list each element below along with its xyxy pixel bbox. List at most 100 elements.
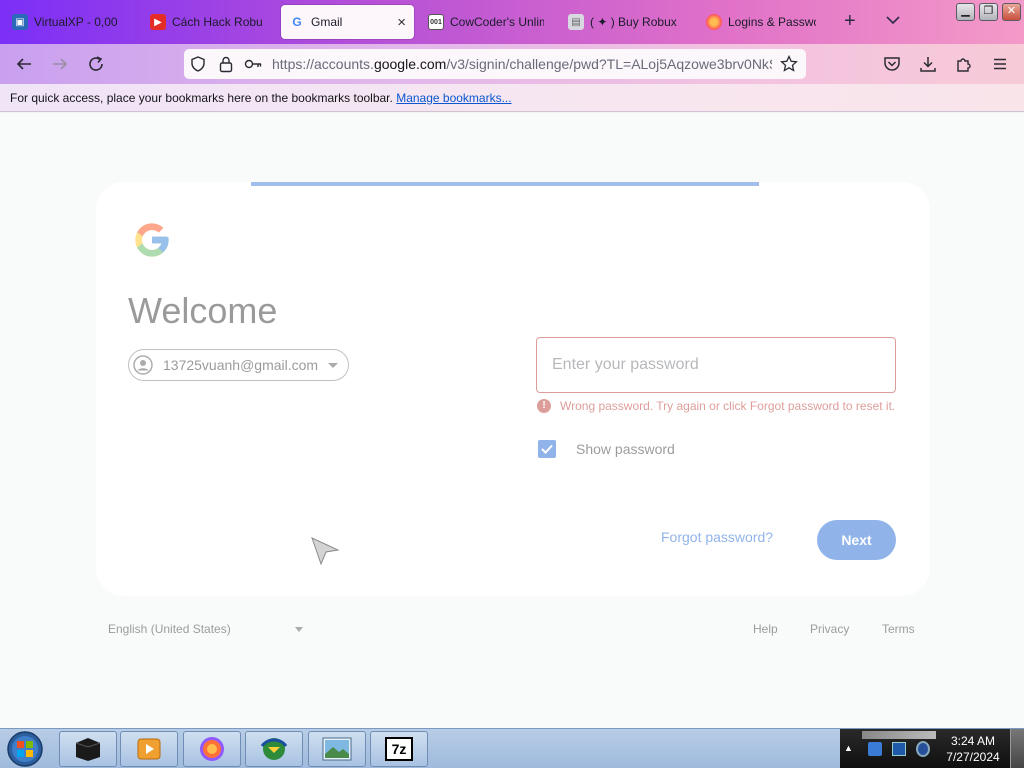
error-text: Wrong password. Try again or click Forgo… xyxy=(560,399,896,413)
tab-label: Gmail xyxy=(311,15,343,29)
google-icon: G xyxy=(292,15,302,29)
progress-bar xyxy=(251,182,759,186)
tab-strip: ▣ VirtualXP - 0,00 M ▶ Cách Hack Robux G… xyxy=(0,0,1024,44)
downloads-button[interactable] xyxy=(916,52,940,76)
language-selector[interactable]: English (United States) xyxy=(108,622,303,636)
tab-logins-passwords[interactable]: Logins & Passwo xyxy=(698,5,824,39)
shield-icon[interactable] xyxy=(190,56,206,72)
forward-button[interactable] xyxy=(48,52,72,76)
url-suffix: /v3/signin/challenge/pwd?TL=ALoj5Aqzowe3… xyxy=(446,56,772,72)
tab-buy-robux[interactable]: ▤ ( ✦ ) Buy Robux xyxy=(560,5,694,39)
download-icon xyxy=(920,57,936,72)
clock-time: 3:24 AM xyxy=(950,734,996,748)
account-circle-icon xyxy=(133,355,153,375)
7zip-icon: 7z xyxy=(385,737,413,761)
tab-cowcoder[interactable]: 001 CowCoder's Unlim xyxy=(420,5,552,39)
signin-card: Welcome 13725vuanh@gmail.com ! Wrong pas… xyxy=(96,182,930,596)
tab-label: Logins & Passwo xyxy=(728,15,816,29)
url-text: https://accounts.google.com/v3/signin/ch… xyxy=(272,56,772,72)
close-window-button[interactable]: ✕ xyxy=(1002,3,1021,21)
tab-label: VirtualXP - 0,00 M xyxy=(34,15,122,29)
arrow-right-icon xyxy=(53,58,68,70)
network-icon[interactable] xyxy=(868,742,882,756)
lock-icon[interactable] xyxy=(218,55,234,73)
taskbar-download-manager[interactable] xyxy=(245,731,303,767)
minimize-button[interactable]: ▁ xyxy=(956,3,975,21)
privacy-link[interactable]: Privacy xyxy=(810,622,849,636)
extensions-button[interactable] xyxy=(952,52,976,76)
taskbar-media-player[interactable] xyxy=(120,731,178,767)
url-domain: google.com xyxy=(373,56,447,72)
taskbar-firefox[interactable] xyxy=(183,731,241,767)
error-message: ! Wrong password. Try again or click For… xyxy=(537,399,897,414)
address-bar[interactable]: https://accounts.google.com/v3/signin/ch… xyxy=(184,49,806,79)
download-manager-icon xyxy=(260,738,288,760)
caret-down-icon xyxy=(294,626,303,632)
manage-bookmarks-link[interactable]: Manage bookmarks... xyxy=(396,91,511,105)
taskbar-image-viewer[interactable] xyxy=(308,731,366,767)
next-button[interactable]: Next xyxy=(817,520,896,560)
google-logo-icon xyxy=(135,223,169,257)
reload-button[interactable] xyxy=(84,52,108,76)
chevron-down-icon[interactable] xyxy=(884,11,902,29)
taskbar: 7z ▲ 3:24 AM 7/27/2024 xyxy=(0,728,1024,768)
account-chip[interactable]: 13725vuanh@gmail.com xyxy=(128,349,350,381)
arrow-left-icon xyxy=(16,58,31,70)
terms-link[interactable]: Terms xyxy=(882,622,915,636)
language-label: English (United States) xyxy=(108,622,231,636)
youtube-icon: ▶ xyxy=(150,14,166,30)
checkmark-icon xyxy=(541,444,553,454)
puzzle-icon xyxy=(957,58,971,72)
tab-label: ( ✦ ) Buy Robux xyxy=(590,15,677,29)
tab-gmail[interactable]: G Gmail × xyxy=(281,5,414,39)
tab-label: CowCoder's Unlim xyxy=(450,15,544,29)
tab-virtualxp[interactable]: ▣ VirtualXP - 0,00 M xyxy=(4,5,130,39)
forgot-password-link[interactable]: Forgot password? xyxy=(661,529,773,545)
start-button[interactable] xyxy=(3,730,47,768)
page-content: Welcome 13725vuanh@gmail.com ! Wrong pas… xyxy=(0,113,1024,728)
firefox-icon xyxy=(200,737,224,761)
back-button[interactable] xyxy=(12,52,36,76)
volume-icon[interactable] xyxy=(916,741,930,757)
new-tab-button[interactable]: + xyxy=(844,10,856,33)
bookmarks-toolbar: For quick access, place your bookmarks h… xyxy=(0,84,1024,112)
taskbar-7zip[interactable]: 7z xyxy=(370,731,428,767)
show-password-checkbox[interactable] xyxy=(538,440,556,458)
show-desktop-button[interactable] xyxy=(1010,729,1024,768)
password-field[interactable] xyxy=(536,337,896,393)
display-icon[interactable] xyxy=(892,742,906,756)
image-viewer-icon xyxy=(322,737,352,761)
show-password-label: Show password xyxy=(576,441,675,457)
tray-indicator xyxy=(862,731,936,739)
tab-hack-robux[interactable]: ▶ Cách Hack Robux xyxy=(142,5,270,39)
monitor-icon: ▣ xyxy=(12,14,28,30)
media-player-icon xyxy=(137,738,161,760)
bookmarks-hint: For quick access, place your bookmarks h… xyxy=(10,91,393,105)
error-icon: ! xyxy=(537,399,551,413)
hamburger-menu-icon xyxy=(994,58,1006,70)
terminal-icon xyxy=(75,738,101,761)
url-prefix: https://accounts. xyxy=(272,56,374,72)
tray-expand-icon[interactable]: ▲ xyxy=(844,743,853,753)
close-tab-icon[interactable]: × xyxy=(389,14,406,31)
restore-button[interactable]: ❐ xyxy=(979,3,998,21)
key-icon[interactable] xyxy=(244,57,262,71)
clock-date: 7/27/2024 xyxy=(946,750,1000,764)
navigation-toolbar: https://accounts.google.com/v3/signin/ch… xyxy=(0,44,1024,84)
help-link[interactable]: Help xyxy=(753,622,778,636)
taskbar-terminal[interactable] xyxy=(59,731,117,767)
account-email: 13725vuanh@gmail.com xyxy=(163,357,319,373)
mouse-cursor-icon xyxy=(311,537,340,566)
page-icon: 001 xyxy=(428,14,444,30)
caret-down-icon xyxy=(328,362,339,368)
pocket-button[interactable] xyxy=(880,52,904,76)
reload-icon xyxy=(89,56,103,71)
show-password-row[interactable]: Show password xyxy=(538,440,675,458)
firefox-icon xyxy=(706,14,722,30)
page-title: Welcome xyxy=(128,290,278,331)
password-input[interactable] xyxy=(537,338,895,392)
menu-button[interactable] xyxy=(988,52,1012,76)
clock[interactable]: 3:24 AM 7/27/2024 xyxy=(940,733,1006,765)
star-icon[interactable] xyxy=(780,55,798,73)
document-icon: ▤ xyxy=(568,14,584,30)
